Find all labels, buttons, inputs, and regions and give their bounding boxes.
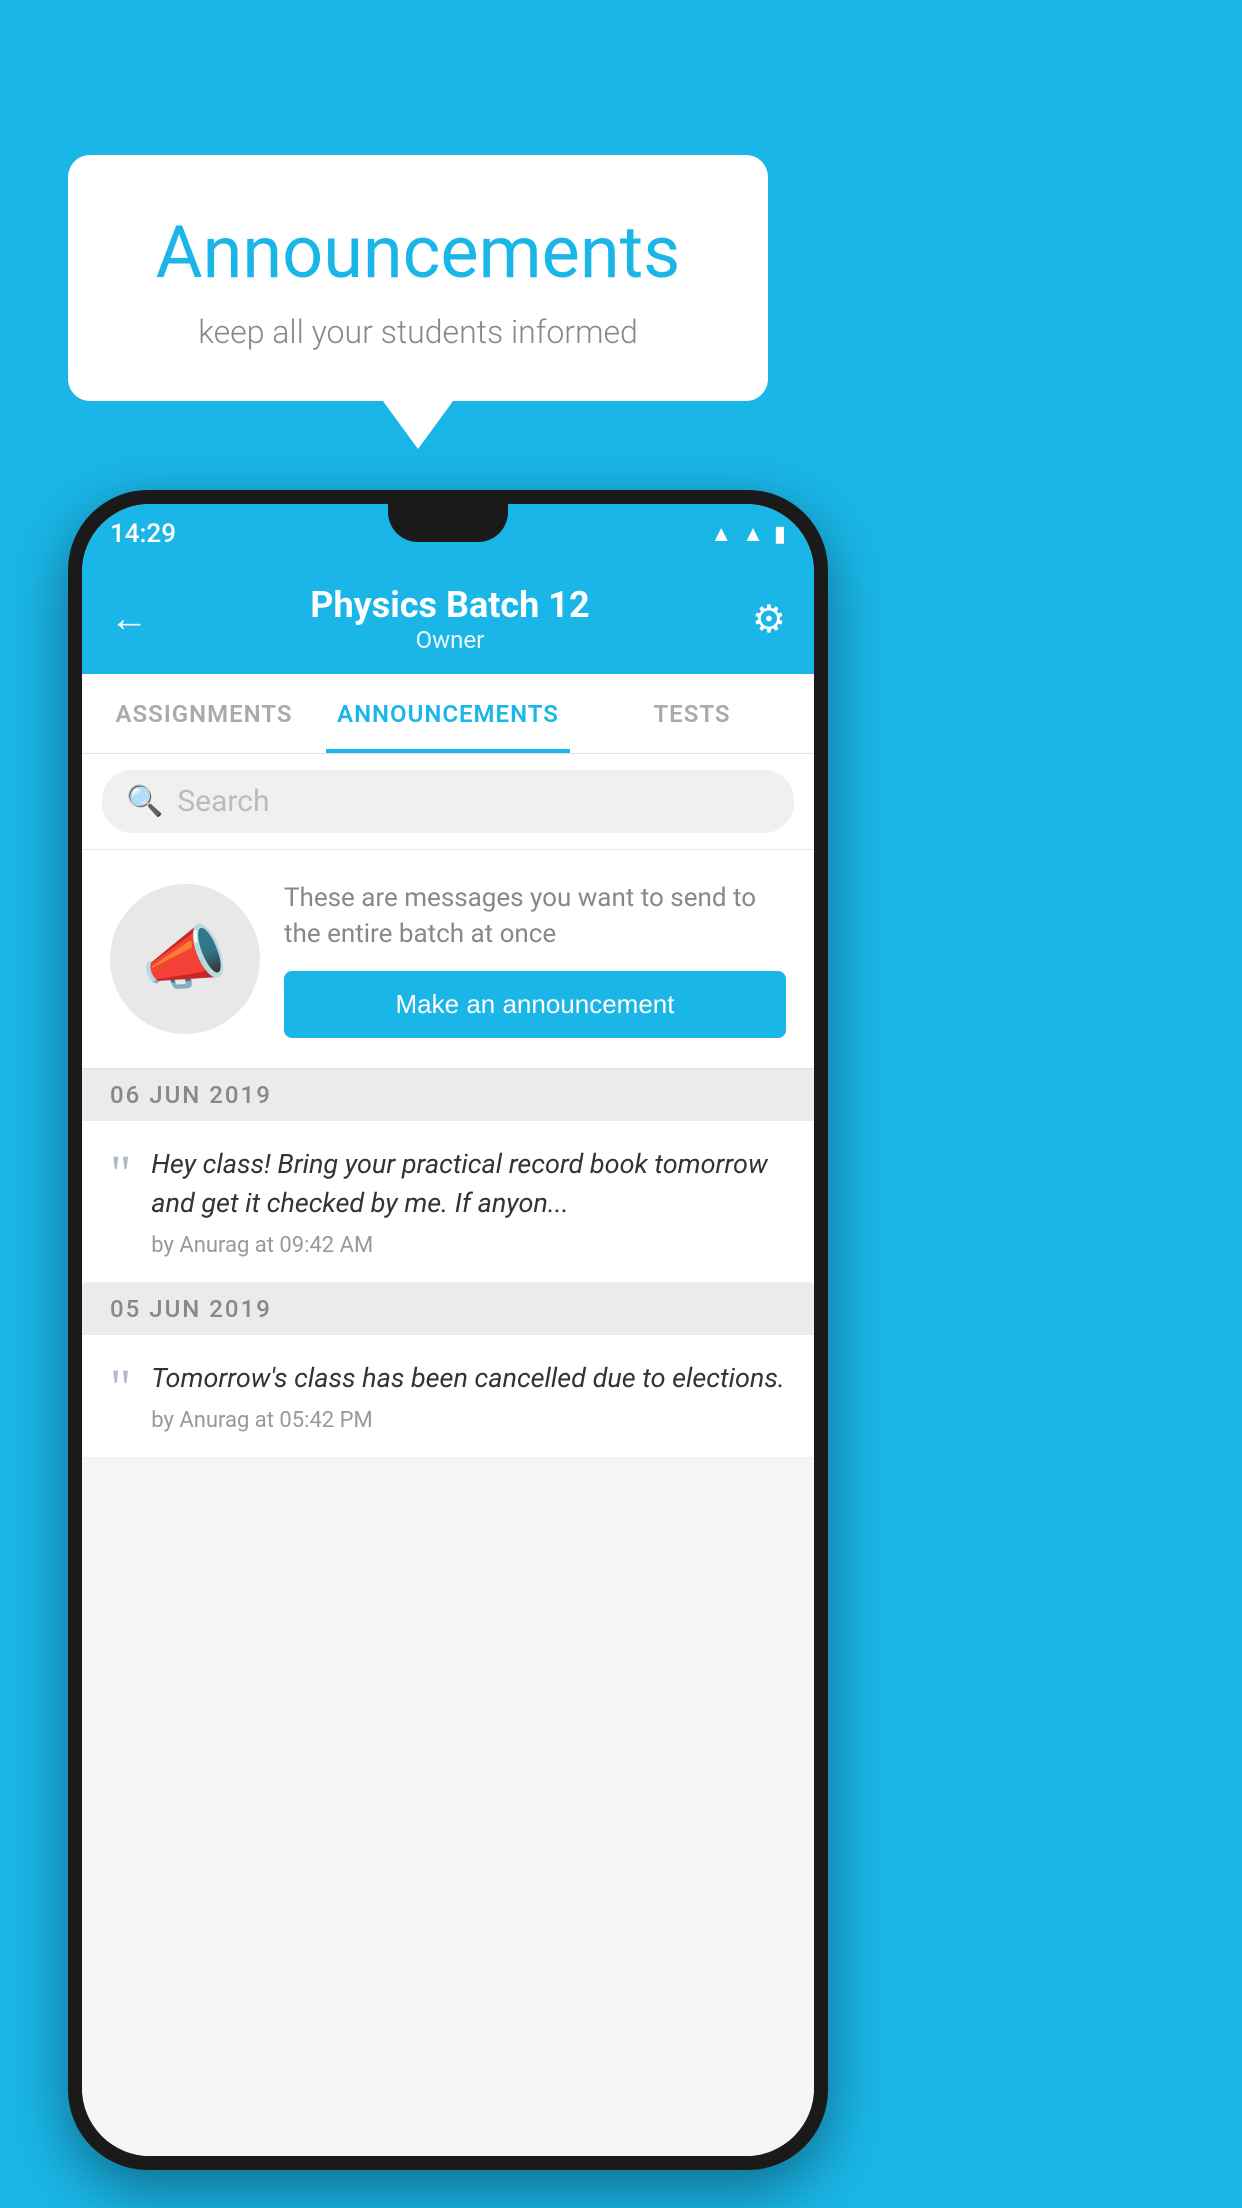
- notch: [388, 504, 508, 542]
- phone-frame: 14:29 ▲ ▲ ▮ ← Physics Batch 12 Owner ⚙: [68, 490, 828, 2170]
- header-subtitle: Owner: [310, 626, 589, 654]
- announcement-meta: by Anurag at 09:42 AM: [151, 1233, 786, 1258]
- date-separator-jun05: 05 JUN 2019: [82, 1283, 814, 1335]
- announcement-item-2[interactable]: " Tomorrow's class has been cancelled du…: [82, 1335, 814, 1458]
- announcement-meta-2: by Anurag at 05:42 PM: [151, 1408, 786, 1433]
- announcement-text-2: Tomorrow's class has been cancelled due …: [151, 1359, 786, 1398]
- search-icon: 🔍: [126, 784, 163, 819]
- announcement-text: Hey class! Bring your practical record b…: [151, 1145, 786, 1223]
- announcement-content: Hey class! Bring your practical record b…: [151, 1145, 786, 1258]
- search-container: 🔍 Search: [82, 754, 814, 850]
- tab-tests[interactable]: TESTS: [570, 674, 814, 753]
- tab-announcements[interactable]: ANNOUNCEMENTS: [326, 674, 570, 753]
- promo-right: These are messages you want to send to t…: [284, 880, 786, 1038]
- date-separator-jun06: 06 JUN 2019: [82, 1069, 814, 1121]
- app-header: ← Physics Batch 12 Owner ⚙: [82, 564, 814, 674]
- wifi-icon: ▲: [710, 521, 732, 547]
- quote-icon: ": [110, 1149, 131, 1201]
- content-area: 🔍 Search 📣 These are messages you want t…: [82, 754, 814, 2156]
- search-placeholder: Search: [177, 784, 269, 819]
- announcement-content-2: Tomorrow's class has been cancelled due …: [151, 1359, 786, 1433]
- tabs-bar: ASSIGNMENTS ANNOUNCEMENTS TESTS: [82, 674, 814, 754]
- signal-icon: ▲: [742, 521, 764, 547]
- status-icons: ▲ ▲ ▮: [710, 521, 786, 547]
- settings-button[interactable]: ⚙: [752, 597, 786, 642]
- status-bar: 14:29 ▲ ▲ ▮: [82, 504, 814, 564]
- speech-bubble: Announcements keep all your students inf…: [68, 155, 768, 401]
- phone-screen: 14:29 ▲ ▲ ▮ ← Physics Batch 12 Owner ⚙: [82, 504, 814, 2156]
- make-announcement-button[interactable]: Make an announcement: [284, 971, 786, 1038]
- header-title: Physics Batch 12: [310, 584, 589, 626]
- bubble-subtitle: keep all your students informed: [128, 313, 708, 351]
- search-box[interactable]: 🔍 Search: [102, 770, 794, 833]
- tab-assignments[interactable]: ASSIGNMENTS: [82, 674, 326, 753]
- header-center: Physics Batch 12 Owner: [310, 584, 589, 654]
- quote-icon-2: ": [110, 1363, 131, 1415]
- promo-description: These are messages you want to send to t…: [284, 880, 786, 953]
- megaphone-circle: 📣: [110, 884, 260, 1034]
- announcement-item[interactable]: " Hey class! Bring your practical record…: [82, 1121, 814, 1283]
- promo-card: 📣 These are messages you want to send to…: [82, 850, 814, 1069]
- bubble-title: Announcements: [128, 210, 708, 295]
- speech-bubble-section: Announcements keep all your students inf…: [68, 155, 768, 401]
- battery-icon: ▮: [774, 522, 786, 547]
- status-time: 14:29: [110, 519, 176, 549]
- megaphone-icon: 📣: [141, 918, 228, 1000]
- back-button[interactable]: ←: [110, 597, 148, 641]
